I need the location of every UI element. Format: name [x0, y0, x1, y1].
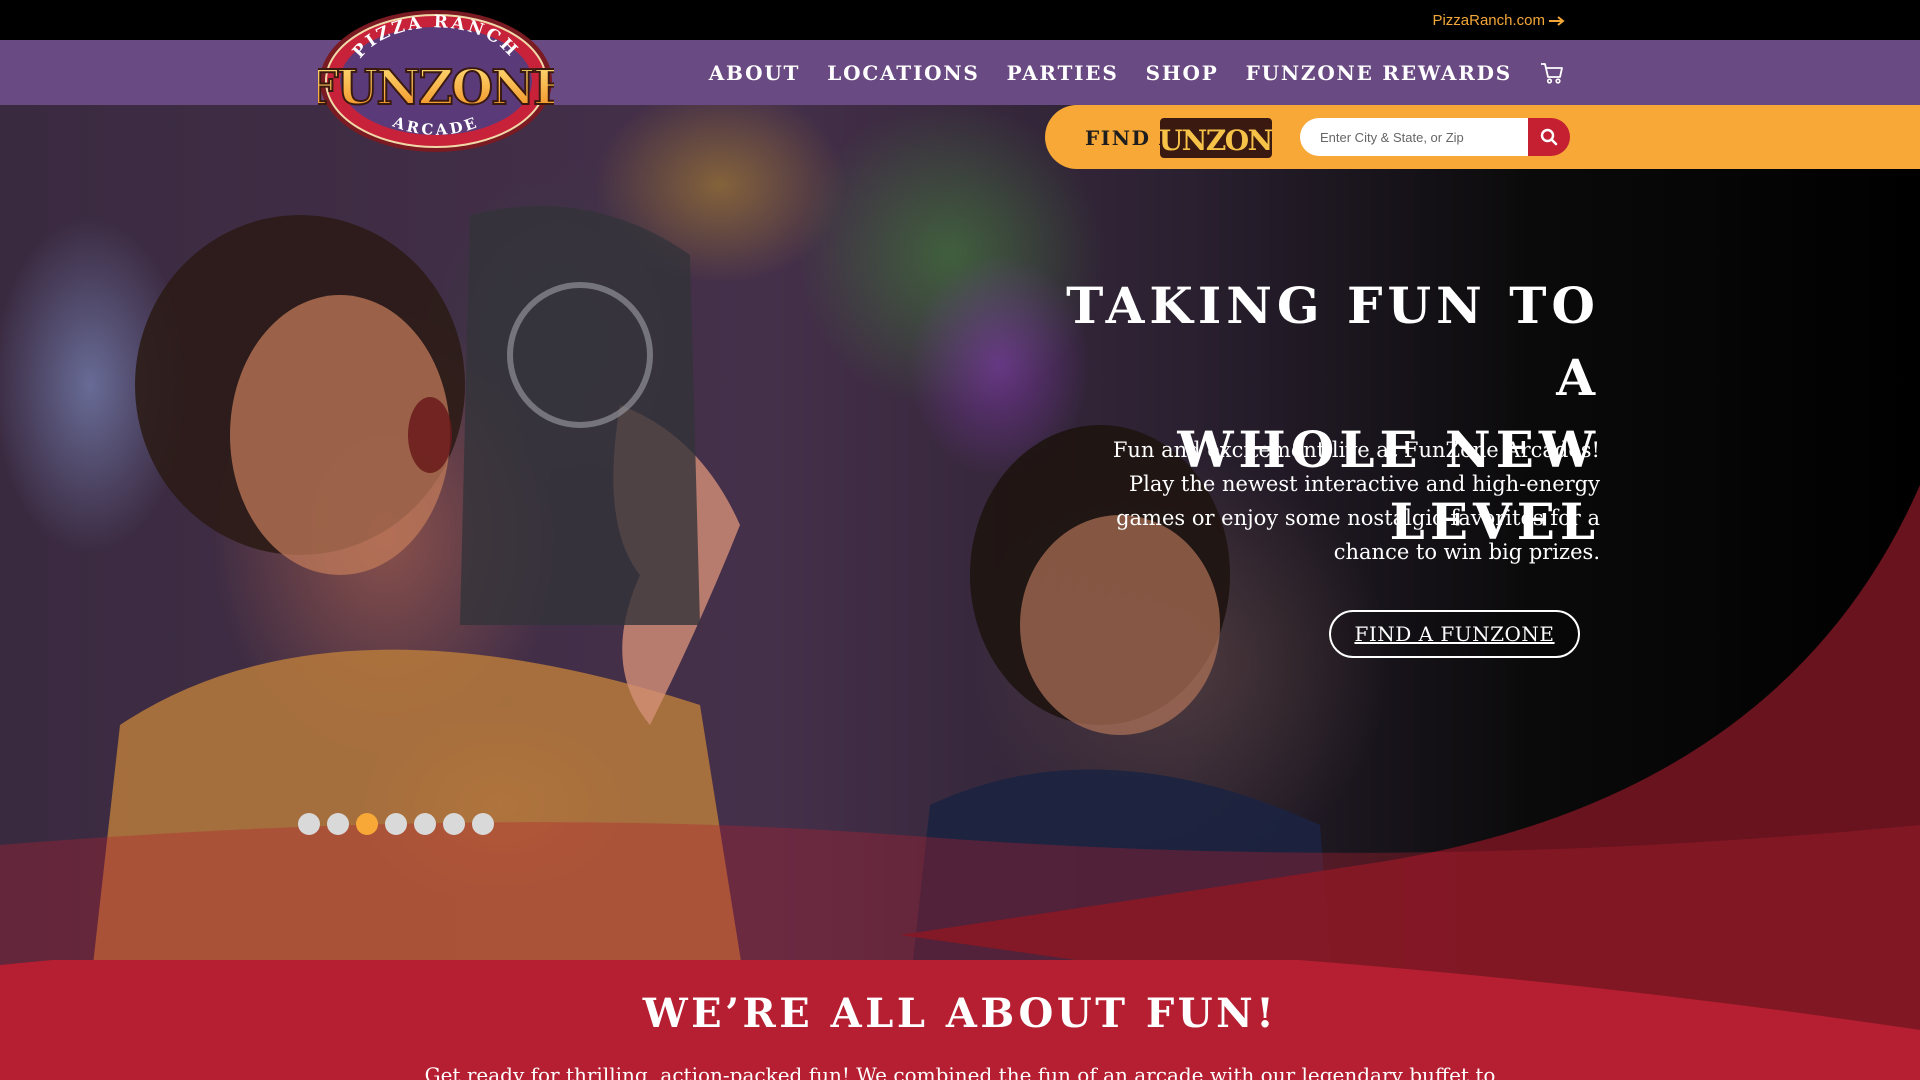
- location-search-input[interactable]: [1300, 118, 1535, 156]
- hero-description: Fun and excitement live at FunZone Arcad…: [1112, 438, 1600, 564]
- section-title: WE’RE ALL ABOUT FUN!: [642, 990, 1278, 1037]
- nav-shop[interactable]: SHOP: [1146, 61, 1219, 85]
- finder-funzone-logo: FUNZONE: [1160, 118, 1272, 158]
- hero-title-line1: TAKING FUN TO A: [1066, 276, 1600, 407]
- carousel-dot-5[interactable]: [414, 813, 436, 835]
- pizzaranch-link-label: PizzaRanch.com: [1432, 12, 1545, 29]
- carousel-dot-7[interactable]: [472, 813, 494, 835]
- nav-funzone-rewards[interactable]: FUNZONE REWARDS: [1246, 61, 1512, 85]
- carousel-dot-6[interactable]: [443, 813, 465, 835]
- carousel-dot-1[interactable]: [298, 813, 320, 835]
- carousel-dot-4[interactable]: [385, 813, 407, 835]
- top-utility-bar: PizzaRanch.com: [0, 0, 1920, 40]
- funzone-logo[interactable]: PIZZA RANCH FUNZONE ARCADE: [318, 8, 554, 154]
- main-nav: ABOUT LOCATIONS PARTIES SHOP FUNZONE REW…: [709, 40, 1565, 105]
- search-icon: [1540, 128, 1558, 146]
- nav-locations[interactable]: LOCATIONS: [827, 61, 979, 85]
- hero-photo: [0, 206, 1920, 1080]
- nav-about[interactable]: ABOUT: [709, 61, 801, 85]
- logo-main-text: FUNZONE: [318, 60, 554, 116]
- arrow-right-icon: [1549, 15, 1565, 26]
- location-finder-bar: FIND A FUNZONE: [1045, 105, 1920, 169]
- find-a-funzone-button[interactable]: FIND A FUNZONE: [1329, 610, 1580, 658]
- carousel-dots: [298, 813, 494, 835]
- main-nav-bar: ABOUT LOCATIONS PARTIES SHOP FUNZONE REW…: [0, 40, 1920, 105]
- hero-banner: [0, 105, 1920, 1080]
- carousel-dot-2[interactable]: [327, 813, 349, 835]
- location-search-button[interactable]: [1528, 118, 1570, 156]
- section-text: Get ready for thrilling, action-packed f…: [424, 1063, 1496, 1080]
- pizzaranch-link[interactable]: PizzaRanch.com: [1432, 12, 1565, 29]
- finder-logo-text: FUNZONE: [1160, 124, 1272, 157]
- carousel-dot-3[interactable]: [356, 813, 378, 835]
- cart-icon[interactable]: [1539, 60, 1565, 86]
- nav-parties[interactable]: PARTIES: [1007, 61, 1119, 85]
